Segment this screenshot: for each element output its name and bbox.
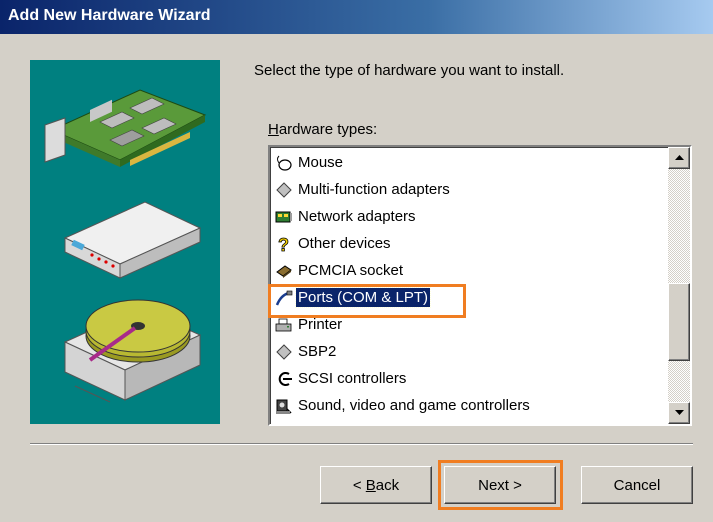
list-item-multi-function-adapters[interactable]: Multi-function adapters [270,176,646,203]
scroll-down-button[interactable] [668,402,690,424]
ports-highlight-box [268,284,466,318]
sound-icon [274,396,294,416]
wizard-illustration [30,60,220,424]
window-title: Add New Hardware Wizard [8,7,211,24]
scroll-up-button[interactable] [668,147,690,169]
diamond-icon [274,342,294,362]
arrow-up-icon [675,155,684,160]
list-item-sbp2[interactable]: SBP2 [270,338,646,365]
list-item-mouse[interactable]: Mouse [270,149,646,176]
cancel-button[interactable]: Cancel [581,466,693,504]
list-item-other-devices[interactable]: ? Other devices [270,230,646,257]
divider [30,443,693,445]
expansion-card-icon [44,89,207,167]
hardware-types-label: Hardware types: [268,121,378,138]
scsi-icon [274,369,294,389]
arrow-down-icon [675,410,684,415]
instruction-text: Select the type of hardware you want to … [254,62,565,79]
title-bar: Add New Hardware Wizard [0,0,713,34]
diamond-icon [274,180,294,200]
next-highlight-box [438,460,563,510]
list-item-sound-video-game[interactable]: Sound, video and game controllers [270,392,646,419]
vertical-scrollbar[interactable] [668,147,690,424]
question-mark-icon: ? [274,234,294,254]
mouse-icon [274,153,294,173]
back-button[interactable]: < Back [320,466,432,504]
list-item-network-adapters[interactable]: Network adapters [270,203,646,230]
hard-drive-icon [63,299,202,403]
list-item-scsi-controllers[interactable]: SCSI controllers [270,365,646,392]
modem-icon [63,201,202,279]
pcmcia-icon [274,261,294,281]
scroll-thumb[interactable] [668,283,690,361]
list-item-pcmcia-socket[interactable]: PCMCIA socket [270,257,646,284]
svg-text:?: ? [278,235,289,253]
network-adapter-icon [274,207,294,227]
